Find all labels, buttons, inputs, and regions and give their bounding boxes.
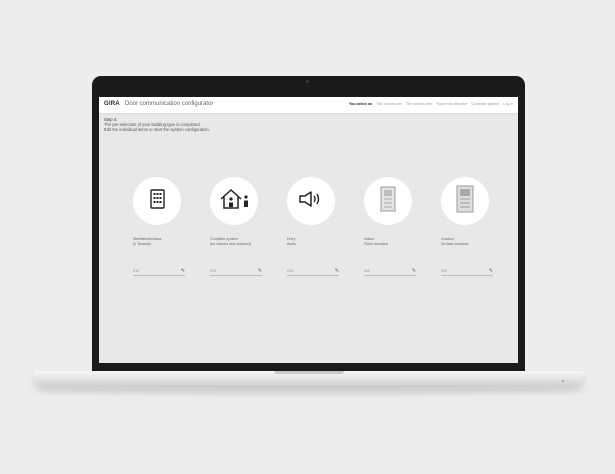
pencil-icon[interactable]: ✎ <box>258 269 262 274</box>
card-label-line-2: (2 Tenants) <box>133 241 151 246</box>
card-label: Mehrfamilienhaus (2 Tenants) <box>133 237 188 251</box>
pencil-icon[interactable]: ✎ <box>181 269 185 274</box>
nav-item-room[interactable]: Room tion describe <box>436 102 467 106</box>
flush-door-station-icon <box>380 186 396 217</box>
card-edit-link[interactable]: Edit <box>287 269 293 273</box>
laptop-lid: GIRA Door communication configurator You… <box>92 76 525 373</box>
card-label: Indoor Flush mounted <box>364 237 419 251</box>
webcam-icon <box>306 80 309 83</box>
card-label-line-2: Surface mounted <box>441 241 469 246</box>
card-label: Complete system (for indoors and outdoor… <box>210 237 265 251</box>
card-footer: Edit ✎ <box>210 269 262 276</box>
card-label-line-2: Audio <box>287 241 297 246</box>
card-footer: Edit ✎ <box>364 269 416 276</box>
card-icon-circle <box>133 177 181 225</box>
card-edit-link[interactable]: Edit <box>210 269 216 273</box>
card-indoor-station[interactable]: Indoor Flush mounted Edit ✎ <box>364 177 419 297</box>
card-icon-circle <box>287 177 335 225</box>
nav-item-scenes-next[interactable]: The scenes next <box>406 102 432 106</box>
card-edit-link[interactable]: Edit <box>441 269 447 273</box>
card-footer: Edit ✎ <box>441 269 493 276</box>
surface-door-station-icon <box>456 185 474 218</box>
pencil-icon[interactable]: ✎ <box>412 269 416 274</box>
gira-logo[interactable]: GIRA <box>104 101 120 107</box>
card-icon-circle <box>441 177 489 225</box>
app-screen: GIRA Door communication configurator You… <box>99 97 518 363</box>
intro-line-2: Edit the individual items or start the s… <box>104 127 210 132</box>
laptop-base <box>34 371 584 385</box>
card-label: Outdoor Surface mounted <box>441 237 496 251</box>
card-label: Entry Audio <box>287 237 342 251</box>
house-with-person-icon <box>218 188 250 215</box>
laptop-shadow <box>30 384 588 396</box>
card-label-line-2: Flush mounted <box>364 241 388 246</box>
card-building-type[interactable]: Mehrfamilienhaus (2 Tenants) Edit ✎ <box>133 177 188 297</box>
card-outdoor-station[interactable]: Outdoor Surface mounted Edit ✎ <box>441 177 496 297</box>
intro-text: Step 4: The pre-selection of your buildi… <box>104 117 210 132</box>
pencil-icon[interactable]: ✎ <box>335 269 339 274</box>
apartment-building-icon <box>149 188 165 214</box>
nav-item-scenes-use[interactable]: The Scenes use <box>376 102 402 106</box>
speaker-icon <box>298 190 324 213</box>
top-bar: GIRA Door communication configurator You… <box>99 97 518 114</box>
nav-item-login[interactable]: Log in <box>503 102 513 106</box>
card-footer: Edit ✎ <box>287 269 339 276</box>
opening-notch <box>274 371 344 374</box>
top-nav: You select on The Scenes use The scenes … <box>349 102 513 106</box>
status-led-icon <box>562 380 564 382</box>
nav-item-complete-system[interactable]: Complete system <box>471 102 499 106</box>
app-title: Door communication configurator <box>125 101 214 107</box>
card-footer: Edit ✎ <box>133 269 185 276</box>
card-system[interactable]: Complete system (for indoors and outdoor… <box>210 177 265 297</box>
card-edit-link[interactable]: Edit <box>133 269 139 273</box>
pencil-icon[interactable]: ✎ <box>489 269 493 274</box>
nav-item-select[interactable]: You select on <box>349 102 372 106</box>
card-edit-link[interactable]: Edit <box>364 269 370 273</box>
card-icon-circle <box>210 177 258 225</box>
card-label-line-2: (for indoors and outdoors) <box>210 241 252 246</box>
selection-cards: Mehrfamilienhaus (2 Tenants) Edit ✎ Comp… <box>133 177 496 297</box>
card-icon-circle <box>364 177 412 225</box>
card-audio[interactable]: Entry Audio Edit ✎ <box>287 177 342 297</box>
